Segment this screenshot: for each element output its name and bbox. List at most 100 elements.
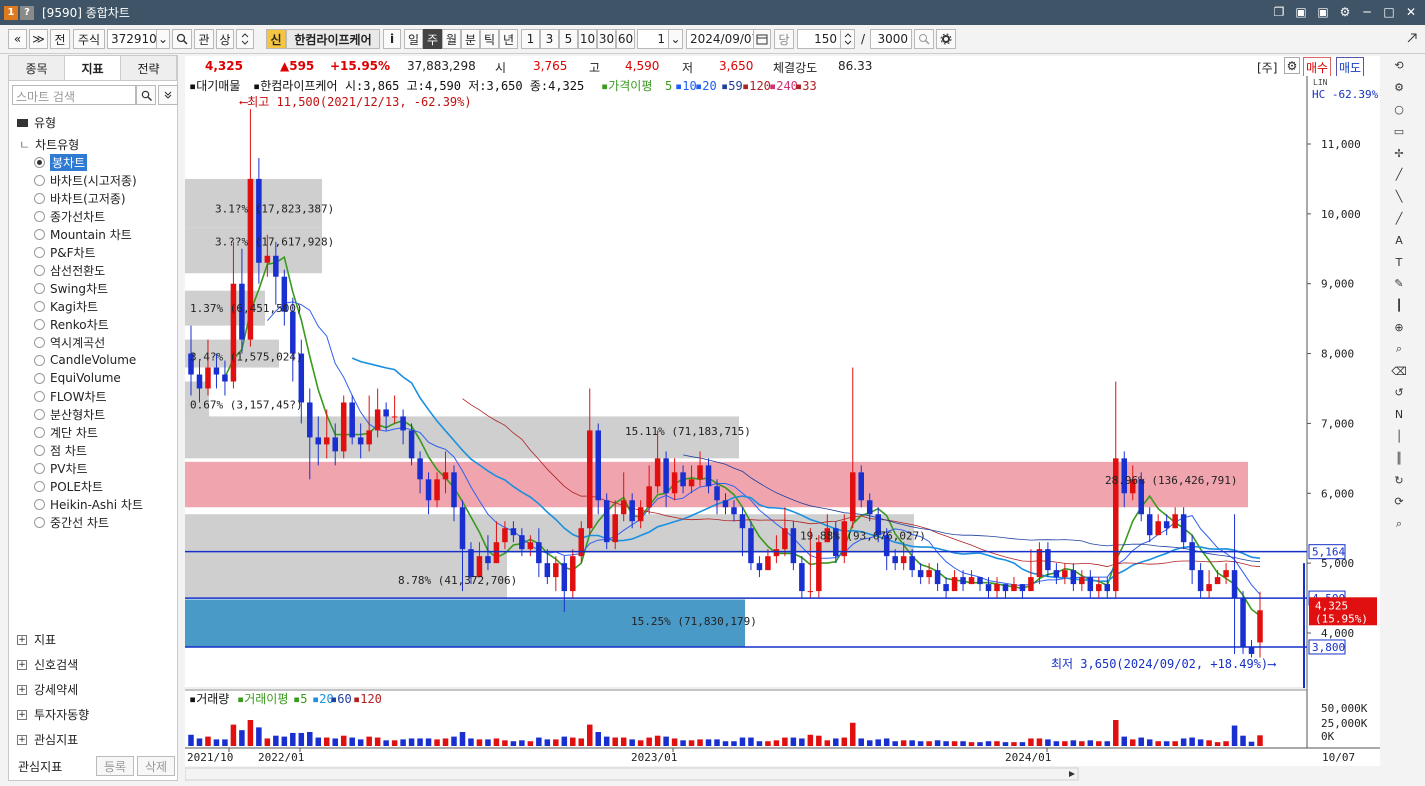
period-tick[interactable]: 틱	[480, 29, 499, 49]
brush-icon[interactable]: ✎	[1387, 273, 1411, 295]
radio-icon[interactable]	[34, 426, 45, 438]
n-icon[interactable]: Ν	[1387, 404, 1411, 426]
stock-code-input[interactable]: 372910	[107, 29, 157, 49]
radio-icon[interactable]	[34, 462, 45, 474]
horizontal-scrollbar[interactable]	[185, 766, 1380, 782]
smart-search-input[interactable]: 스마트 검색	[12, 85, 136, 105]
category-type[interactable]: 유형	[17, 114, 56, 131]
chart-type-item[interactable]: EquiVolume	[34, 369, 143, 387]
text-icon[interactable]: T	[1387, 251, 1411, 273]
refresh-icon[interactable]: ↻	[1387, 469, 1411, 491]
period-yearly[interactable]: 년	[499, 29, 518, 49]
bars2-icon[interactable]: ║	[1387, 447, 1411, 469]
group-chart-type[interactable]: ㄴ 차트유형	[19, 136, 79, 153]
smart-search-button[interactable]	[136, 85, 156, 105]
draw-line-icon[interactable]: ╱	[1387, 208, 1411, 230]
radio-icon[interactable]	[34, 156, 45, 168]
radio-icon[interactable]	[34, 318, 45, 330]
period-monthly[interactable]: 월	[442, 29, 461, 49]
maximize-icon[interactable]: □	[1381, 3, 1397, 21]
period-weekly[interactable]: 주	[423, 29, 442, 49]
register-button[interactable]: 등록	[96, 756, 134, 776]
radio-icon[interactable]	[34, 228, 45, 240]
gear-icon[interactable]: ⚙	[1284, 57, 1300, 74]
interval-30[interactable]: 30	[597, 29, 616, 49]
delete-button[interactable]: 삭제	[137, 756, 175, 776]
chart-type-item[interactable]: 점 차트	[34, 441, 143, 459]
tab-stock[interactable]: 종목	[9, 56, 65, 80]
reload-icon[interactable]: ⟳	[1387, 491, 1411, 513]
radio-icon[interactable]	[34, 372, 45, 384]
chart-type-item[interactable]: 분산형차트	[34, 405, 143, 423]
crosshair-icon[interactable]: ✢	[1387, 142, 1411, 164]
radio-icon[interactable]	[34, 174, 45, 186]
prev-button[interactable]: «	[8, 29, 27, 49]
radio-icon[interactable]	[34, 408, 45, 420]
interval-60[interactable]: 60	[616, 29, 635, 49]
group-indicator[interactable]: + 지표	[17, 631, 56, 648]
chart-type-item[interactable]: 삼선전환도	[34, 261, 143, 279]
radio-icon[interactable]	[34, 480, 45, 492]
gear-icon[interactable]: ⚙	[1387, 77, 1411, 99]
radio-icon[interactable]	[34, 282, 45, 294]
stock-name[interactable]: 한컴라이프케어	[286, 29, 380, 49]
interval-dropdown[interactable]: ⌄	[668, 29, 683, 49]
radio-icon[interactable]	[34, 210, 45, 222]
chart-type-item[interactable]: PV차트	[34, 459, 143, 477]
group-favorite-indicator[interactable]: + 관심지표	[17, 731, 78, 748]
sell-button[interactable]: 매도	[1336, 57, 1365, 78]
chart-type-item[interactable]: 계단 차트	[34, 423, 143, 441]
line-icon[interactable]: ╱	[1387, 164, 1411, 186]
radio-icon[interactable]	[34, 192, 45, 204]
close-icon[interactable]: ✕	[1403, 3, 1419, 21]
up-button[interactable]: 상	[216, 29, 234, 49]
all-button[interactable]: 전	[50, 29, 70, 49]
gear-icon[interactable]: ⚙	[1337, 3, 1353, 21]
count-stepper[interactable]	[840, 29, 855, 49]
chart-type-item[interactable]: POLE차트	[34, 477, 143, 495]
pin-icon[interactable]: ⟲	[1387, 55, 1411, 77]
radio-icon[interactable]	[34, 444, 45, 456]
chart-type-item[interactable]: FLOW차트	[34, 387, 143, 405]
price-chart[interactable]: 5,1644,5003,8004,325(15.95%) ▪거래량▪거래이평▪5…	[185, 76, 1380, 766]
camera-icon[interactable]: ▣	[1315, 3, 1331, 21]
radio-icon[interactable]	[34, 300, 45, 312]
chart-type-item[interactable]: Kagi차트	[34, 297, 143, 315]
radio-icon[interactable]	[34, 264, 45, 276]
link-icon[interactable]: ❐	[1271, 3, 1287, 21]
tab-strategy[interactable]: 전략	[121, 56, 177, 80]
collapse-button[interactable]	[158, 85, 178, 105]
group-investor[interactable]: + 투자자동향	[17, 706, 89, 723]
settings-button[interactable]	[936, 29, 956, 49]
zoom-button[interactable]	[914, 29, 934, 49]
radio-icon[interactable]	[34, 498, 45, 510]
radio-icon[interactable]	[34, 390, 45, 402]
tab-indicator[interactable]: 지표	[65, 56, 121, 80]
candle-tool-icon[interactable]: ┃	[1387, 295, 1411, 317]
info-button[interactable]: i	[383, 29, 401, 49]
interval-5[interactable]: 5	[559, 29, 578, 49]
watch-button[interactable]: 관	[194, 29, 214, 49]
date-input[interactable]: 2024/09/07	[686, 29, 754, 49]
group-signal-search[interactable]: + 신호검색	[17, 656, 78, 673]
current-button[interactable]: 당	[774, 29, 794, 49]
total-input[interactable]: 3000	[870, 29, 912, 49]
rotate-icon[interactable]: ↺	[1387, 382, 1411, 404]
chart-type-item[interactable]: P&F차트	[34, 243, 143, 261]
buy-button[interactable]: 매수	[1303, 57, 1332, 78]
minimize-icon[interactable]: ─	[1359, 3, 1375, 21]
period-daily[interactable]: 일	[404, 29, 423, 49]
chart-type-item[interactable]: Renko차트	[34, 315, 143, 333]
chart-type-item[interactable]: Heikin-Ashi 차트	[34, 495, 143, 513]
chart-type-item[interactable]: 봉차트	[34, 153, 143, 171]
chart-type-item[interactable]: 역시계곡선	[34, 333, 143, 351]
next-button[interactable]: ≫	[29, 29, 48, 49]
chart-type-item[interactable]: CandleVolume	[34, 351, 143, 369]
count-input[interactable]: 150	[797, 29, 841, 49]
chart-type-item[interactable]: 바차트(시고저종)	[34, 171, 143, 189]
interval-input[interactable]: 1	[637, 29, 669, 49]
updown-stepper[interactable]	[236, 29, 254, 49]
zoom-in-icon[interactable]: ⊕	[1387, 317, 1411, 339]
radio-icon[interactable]	[34, 246, 45, 258]
interval-10[interactable]: 10	[578, 29, 597, 49]
